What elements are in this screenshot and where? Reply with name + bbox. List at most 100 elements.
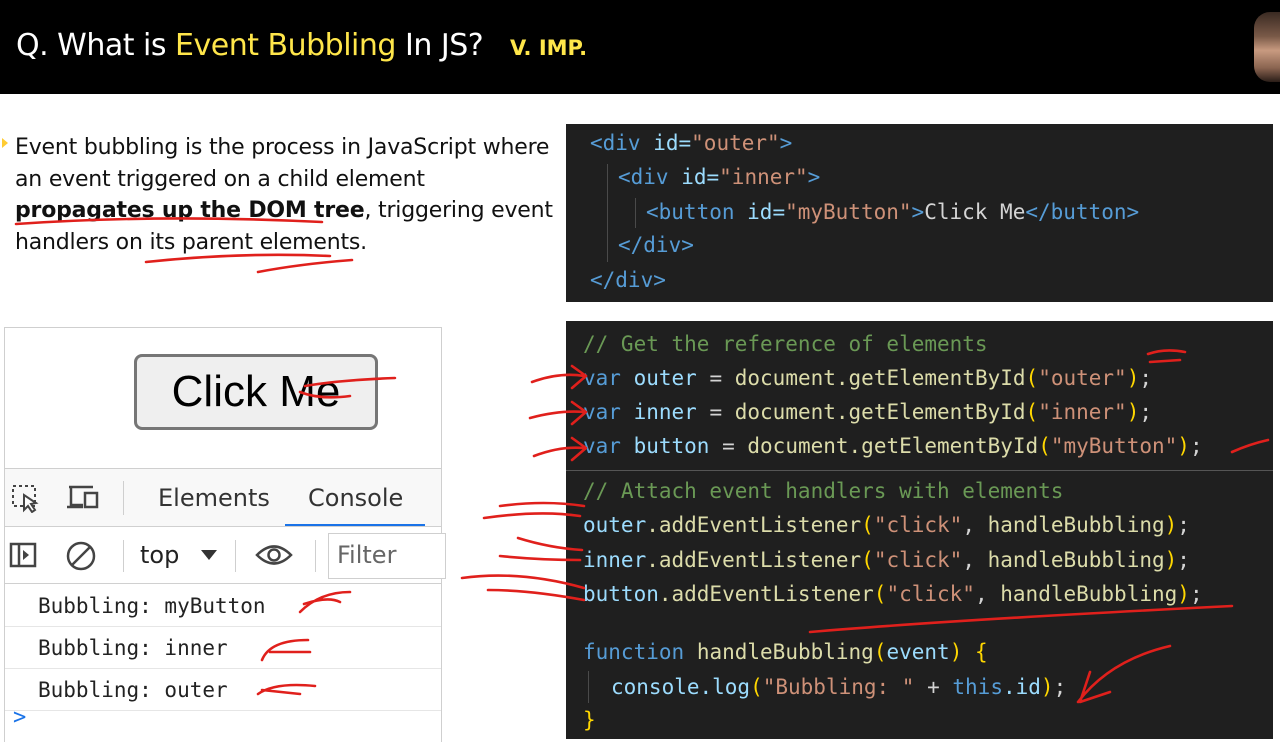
devtools-tabbar: Elements Console [5, 469, 441, 527]
bullet-icon [2, 138, 8, 148]
code-token: + [914, 675, 953, 699]
code-token: document.getElementById [734, 400, 1026, 424]
code-token: </button> [1025, 200, 1140, 224]
code-token: var [583, 400, 621, 424]
title-prefix: Q. What is [16, 28, 176, 63]
page-title: Q. What is Event Bubbling In JS? [16, 28, 484, 63]
code-line: button.addEventListener("click", handleB… [583, 582, 1203, 606]
browser-demo: Click Me Elements Console top Filter Bub… [4, 327, 446, 742]
indent-guide [588, 671, 589, 703]
code-token: "Bubbling: " [762, 675, 915, 699]
console-log-entry: Bubbling: myButton [5, 585, 441, 627]
code-token: "inner" [719, 165, 808, 189]
toolbar-divider [235, 540, 236, 572]
code-token: > [807, 165, 821, 189]
chevron-down-icon [201, 550, 217, 560]
code-token: outer [583, 513, 647, 537]
code-token: "click" [886, 582, 975, 606]
tab-console[interactable]: Console [308, 484, 403, 512]
toolbar-divider [315, 540, 316, 572]
console-prompt[interactable]: > [13, 705, 26, 730]
code-token: console.log [611, 675, 751, 699]
inspect-icon[interactable] [11, 483, 41, 513]
code-line: } [583, 708, 596, 732]
code-token: "outer" [1038, 366, 1127, 390]
code-line: console.log("Bubbling: " + this.id); [611, 675, 1067, 699]
title-suffix: In JS? [395, 28, 484, 63]
description-bold: propagates up the DOM tree [15, 198, 365, 223]
code-line: </div> [590, 268, 666, 292]
console-toolbar: top Filter [5, 528, 446, 584]
code-token: .addEventListener [646, 548, 862, 572]
code-token: this [952, 675, 1003, 699]
code-token: <button [646, 200, 748, 224]
presenter-avatar [1254, 12, 1280, 82]
tab-elements[interactable]: Elements [158, 484, 270, 512]
indent-guide [607, 164, 608, 262]
code-line: <button id="myButton">Click Me</button> [646, 197, 1139, 227]
clear-console-icon[interactable] [65, 540, 97, 572]
js-code-panel: // Get the reference of elements var out… [566, 321, 1273, 739]
code-line: inner.addEventListener("click", handleBu… [583, 548, 1190, 572]
title-bar: Q. What is Event Bubbling In JS? V. IMP. [0, 0, 1280, 94]
active-tab-indicator [285, 524, 425, 526]
code-token: "myButton" [785, 200, 912, 224]
code-comment: // Get the reference of elements [583, 332, 988, 356]
code-token: id= [747, 200, 786, 224]
code-line: var inner = document.getElementById("inn… [583, 400, 1153, 424]
title-highlight: Event Bubbling [175, 28, 396, 63]
code-token: id= [681, 165, 720, 189]
code-token: document.getElementById [747, 434, 1039, 458]
code-line: </div> [618, 233, 694, 257]
console-log-entry: Bubbling: inner [5, 627, 441, 669]
code-line: <div id="inner"> [618, 162, 820, 192]
code-line: outer.addEventListener("click", handleBu… [583, 513, 1190, 537]
eye-icon[interactable] [255, 542, 293, 568]
code-token: var [583, 434, 621, 458]
code-token: handleBubbling [987, 513, 1165, 537]
code-line: var outer = document.getElementById("out… [583, 366, 1153, 390]
code-token: button [583, 582, 659, 606]
code-comment: // Attach event handlers with elements [583, 479, 1064, 503]
code-token: .addEventListener [658, 582, 874, 606]
ink-underline [256, 258, 354, 274]
device-toolbar-icon[interactable] [65, 483, 103, 513]
indent-guide [635, 198, 636, 228]
code-token: id= [653, 131, 692, 155]
code-token: function [583, 640, 685, 664]
code-token: <div [590, 131, 654, 155]
code-token: "click" [873, 548, 963, 572]
code-token: <div [618, 165, 682, 189]
description-part1: Event bubbling is the process in JavaScr… [15, 135, 550, 192]
code-line: var button = document.getElementById("my… [583, 434, 1203, 458]
console-log-entry: Bubbling: outer [5, 669, 441, 711]
click-me-button[interactable]: Click Me [134, 354, 378, 430]
code-line: <div id="outer"> [590, 128, 792, 158]
code-token: handleBubbling [1000, 582, 1178, 606]
code-token: inner [583, 548, 647, 572]
code-token: button [633, 434, 710, 458]
code-token: .id [1002, 675, 1041, 699]
code-token: "inner" [1038, 400, 1127, 424]
code-token: "myButton" [1050, 434, 1178, 458]
code-token: outer [633, 366, 697, 390]
code-line: function handleBubbling(event) { [583, 640, 988, 664]
code-token: document.getElementById [734, 366, 1026, 390]
context-selector[interactable]: top [140, 541, 179, 569]
devtools-panel: Elements Console top Filter Bubbling: my… [5, 468, 446, 742]
code-token: handleBubbling [987, 548, 1165, 572]
sidebar-toggle-icon[interactable] [9, 541, 39, 571]
description-text: Event bubbling is the process in JavaScr… [15, 132, 555, 258]
code-token: > [779, 131, 793, 155]
code-token: .addEventListener [646, 513, 862, 537]
code-token: inner [633, 400, 697, 424]
code-token: > [911, 200, 925, 224]
code-token: event [886, 640, 950, 664]
code-token: var [583, 366, 621, 390]
html-code-panel: <div id="outer"> <div id="inner"> <butto… [566, 124, 1273, 302]
code-divider [566, 470, 1273, 471]
code-token: "outer" [691, 131, 780, 155]
code-token: Click Me [924, 200, 1026, 224]
code-token: "click" [873, 513, 963, 537]
filter-input[interactable]: Filter [328, 533, 446, 579]
